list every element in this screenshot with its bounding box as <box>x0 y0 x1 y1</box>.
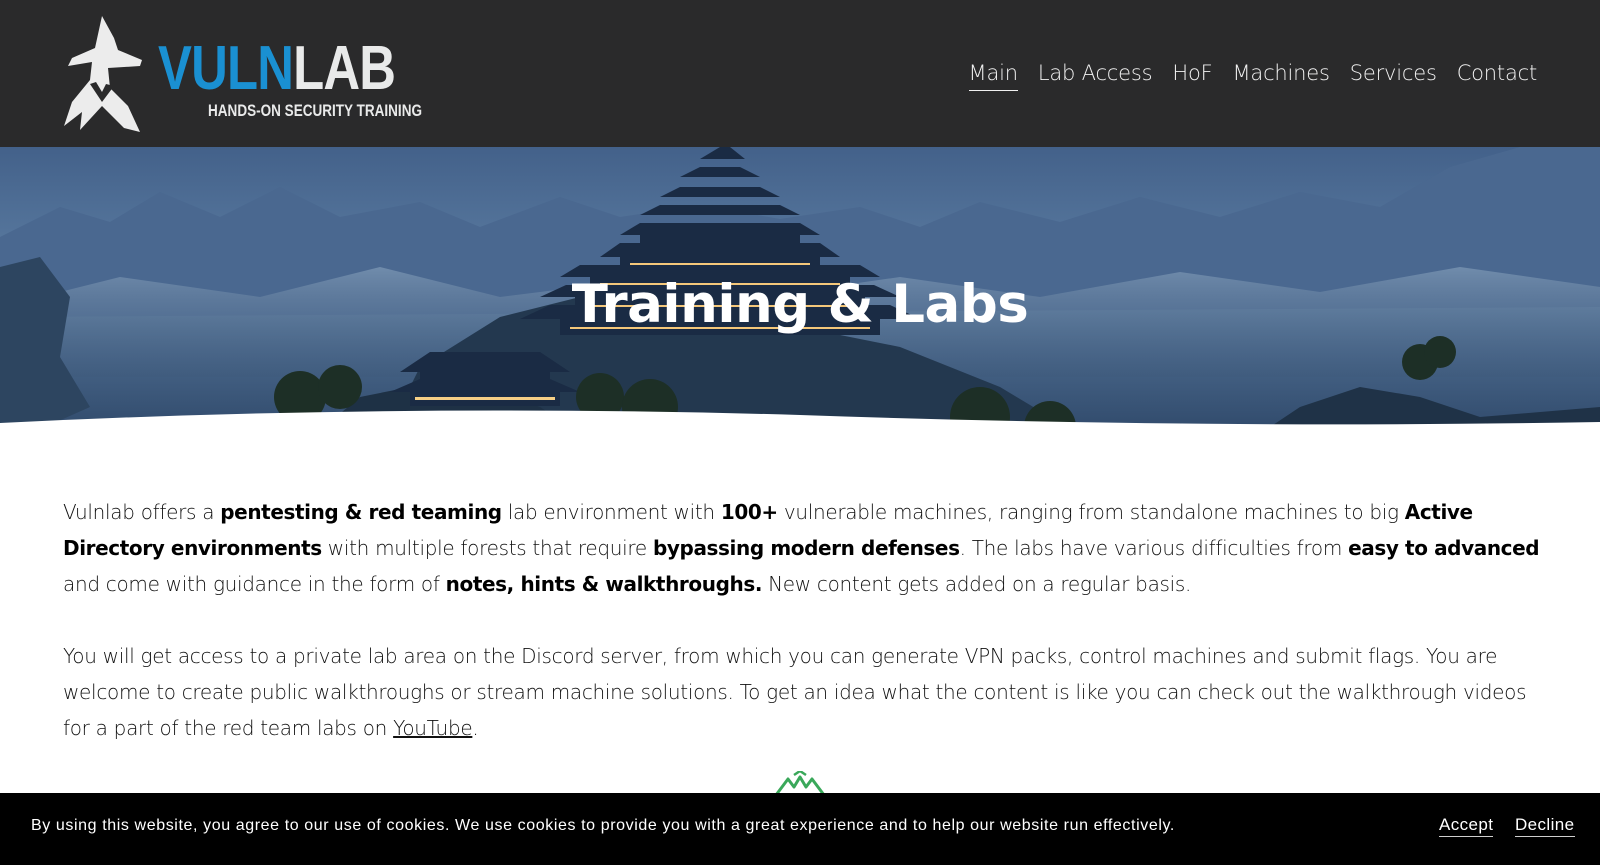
intro-bold-2: 100+ <box>720 500 778 524</box>
main-nav: Main Lab Access HoF Machines Services Co… <box>968 56 1538 91</box>
wizard-hat-icon <box>64 16 142 132</box>
logo-word-lab: LAB <box>293 34 396 103</box>
intro-text-4: with multiple forests that require <box>321 536 653 560</box>
nav-lab-access[interactable]: Lab Access <box>1038 56 1153 91</box>
intro-bold-4: bypassing modern defenses <box>652 536 960 560</box>
site-header: VULNLAB HANDS-ON SECURITY TRAINING Main … <box>0 0 1600 147</box>
cookie-banner: By using this website, you agree to our … <box>0 793 1600 865</box>
intro-bold-5: easy to advanced <box>1348 536 1540 560</box>
cookie-decline-button[interactable]: Decline <box>1515 815 1575 837</box>
intro-paragraph: Vulnlab offers a pentesting & red teamin… <box>63 494 1543 602</box>
nav-hof[interactable]: HoF <box>1172 56 1212 91</box>
green-mountain-logo-icon <box>774 771 826 795</box>
nav-machines[interactable]: Machines <box>1232 56 1329 91</box>
main-content: Vulnlab offers a pentesting & red teamin… <box>63 494 1543 782</box>
intro-text-3: vulnerable machines, ranging from standa… <box>777 500 1405 524</box>
logo-tagline: HANDS-ON SECURITY TRAINING <box>208 102 422 120</box>
youtube-link[interactable]: YouTube <box>393 716 473 740</box>
cookie-message: By using this website, you agree to our … <box>31 817 1175 834</box>
access-text-2: . <box>472 716 479 740</box>
intro-text-5: . The labs have various difficulties fro… <box>959 536 1349 560</box>
intro-text-7: New content gets added on a regular basi… <box>762 572 1192 596</box>
intro-text-1: Vulnlab offers a <box>63 500 221 524</box>
site-logo[interactable]: VULNLAB HANDS-ON SECURITY TRAINING <box>62 14 422 134</box>
hero-banner: Training & Labs <box>0 147 1600 447</box>
intro-bold-6: notes, hints & walkthroughs. <box>445 572 763 596</box>
cookie-accept-button[interactable]: Accept <box>1439 815 1494 837</box>
intro-bold-1: pentesting & red teaming <box>220 500 502 524</box>
nav-main[interactable]: Main <box>968 56 1018 91</box>
logo-wordmark: VULNLAB <box>158 34 396 104</box>
access-paragraph: You will get access to a private lab are… <box>63 638 1543 746</box>
intro-text-6: and come with guidance in the form of <box>63 572 446 596</box>
hero-title: Training & Labs <box>571 274 1029 335</box>
access-text-1: You will get access to a private lab are… <box>63 644 1527 740</box>
nav-contact[interactable]: Contact <box>1457 56 1538 91</box>
logo-word-vuln: VULN <box>158 34 294 103</box>
nav-services[interactable]: Services <box>1350 56 1437 91</box>
intro-text-2: lab environment with <box>501 500 721 524</box>
